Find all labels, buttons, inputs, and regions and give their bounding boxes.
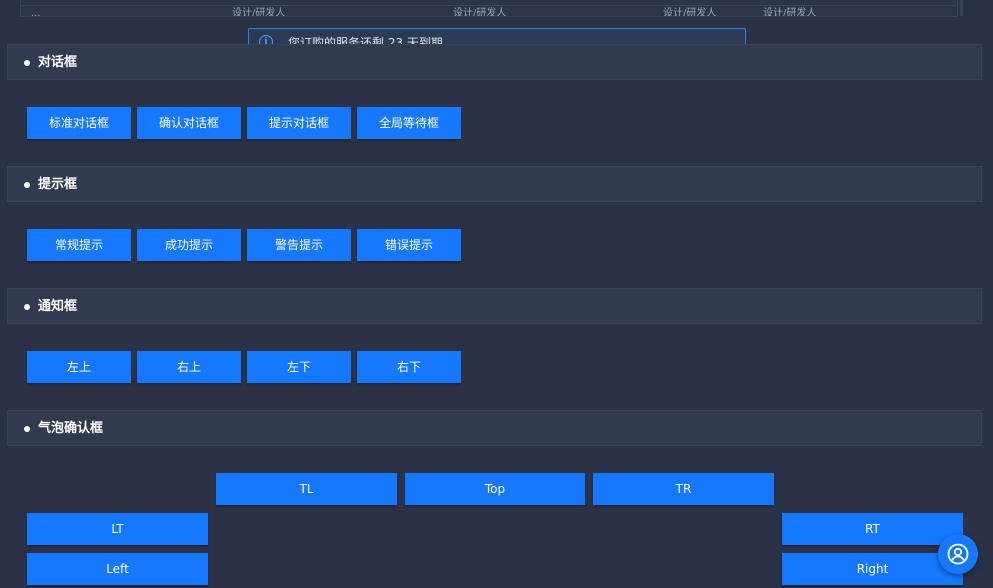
section-title: 提示框 bbox=[38, 177, 78, 192]
global-loading-button[interactable]: 全局等待框 bbox=[357, 107, 461, 139]
table-divider bbox=[21, 5, 957, 6]
bullet-icon bbox=[24, 60, 30, 66]
bullet-icon bbox=[24, 426, 30, 432]
notify-bottom-right-button[interactable]: 右下 bbox=[357, 351, 461, 383]
section-header-popconfirm: 气泡确认框 bbox=[7, 410, 982, 446]
bullet-icon bbox=[24, 304, 30, 310]
popconfirm-tl-button[interactable]: TL bbox=[216, 473, 397, 505]
section-title: 对话框 bbox=[38, 55, 78, 70]
table-cell: 设计/研发人 bbox=[453, 8, 507, 17]
section-header-dialog: 对话框 bbox=[7, 44, 982, 80]
section-header-notification: 通知框 bbox=[7, 288, 982, 324]
notify-top-right-button[interactable]: 右上 bbox=[137, 351, 241, 383]
section-title: 通知框 bbox=[38, 299, 78, 314]
standard-dialog-button[interactable]: 标准对话框 bbox=[27, 107, 131, 139]
warning-message-button[interactable]: 警告提示 bbox=[247, 229, 351, 261]
user-float-button[interactable] bbox=[938, 534, 978, 574]
info-message-button[interactable]: 常规提示 bbox=[27, 229, 131, 261]
popconfirm-tr-button[interactable]: TR bbox=[593, 473, 774, 505]
table-cell: 设计/研发人 bbox=[232, 8, 286, 17]
popconfirm-rt-button[interactable]: RT bbox=[782, 513, 963, 545]
section-title: 气泡确认框 bbox=[38, 421, 104, 436]
table-cell: ... bbox=[31, 8, 41, 17]
popconfirm-right-button[interactable]: Right bbox=[782, 553, 963, 585]
error-message-button[interactable]: 错误提示 bbox=[357, 229, 461, 261]
table-scrollbar[interactable] bbox=[960, 0, 963, 16]
table-cell: 设计/研发人 bbox=[763, 8, 817, 17]
user-avatar-icon bbox=[947, 543, 969, 565]
success-message-button[interactable]: 成功提示 bbox=[137, 229, 241, 261]
popconfirm-left-button[interactable]: Left bbox=[27, 553, 208, 585]
section-header-message: 提示框 bbox=[7, 166, 982, 202]
bullet-icon bbox=[24, 182, 30, 188]
notify-bottom-left-button[interactable]: 左下 bbox=[247, 351, 351, 383]
popconfirm-top-button[interactable]: Top bbox=[405, 473, 585, 505]
popconfirm-lt-button[interactable]: LT bbox=[27, 513, 208, 545]
alert-dialog-button[interactable]: 提示对话框 bbox=[247, 107, 351, 139]
table-cell: 设计/研发人 bbox=[663, 8, 717, 17]
notify-top-left-button[interactable]: 左上 bbox=[27, 351, 131, 383]
confirm-dialog-button[interactable]: 确认对话框 bbox=[137, 107, 241, 139]
data-table-remnant: ... 设计/研发人 设计/研发人 设计/研发人 设计/研发人 bbox=[20, 0, 958, 17]
